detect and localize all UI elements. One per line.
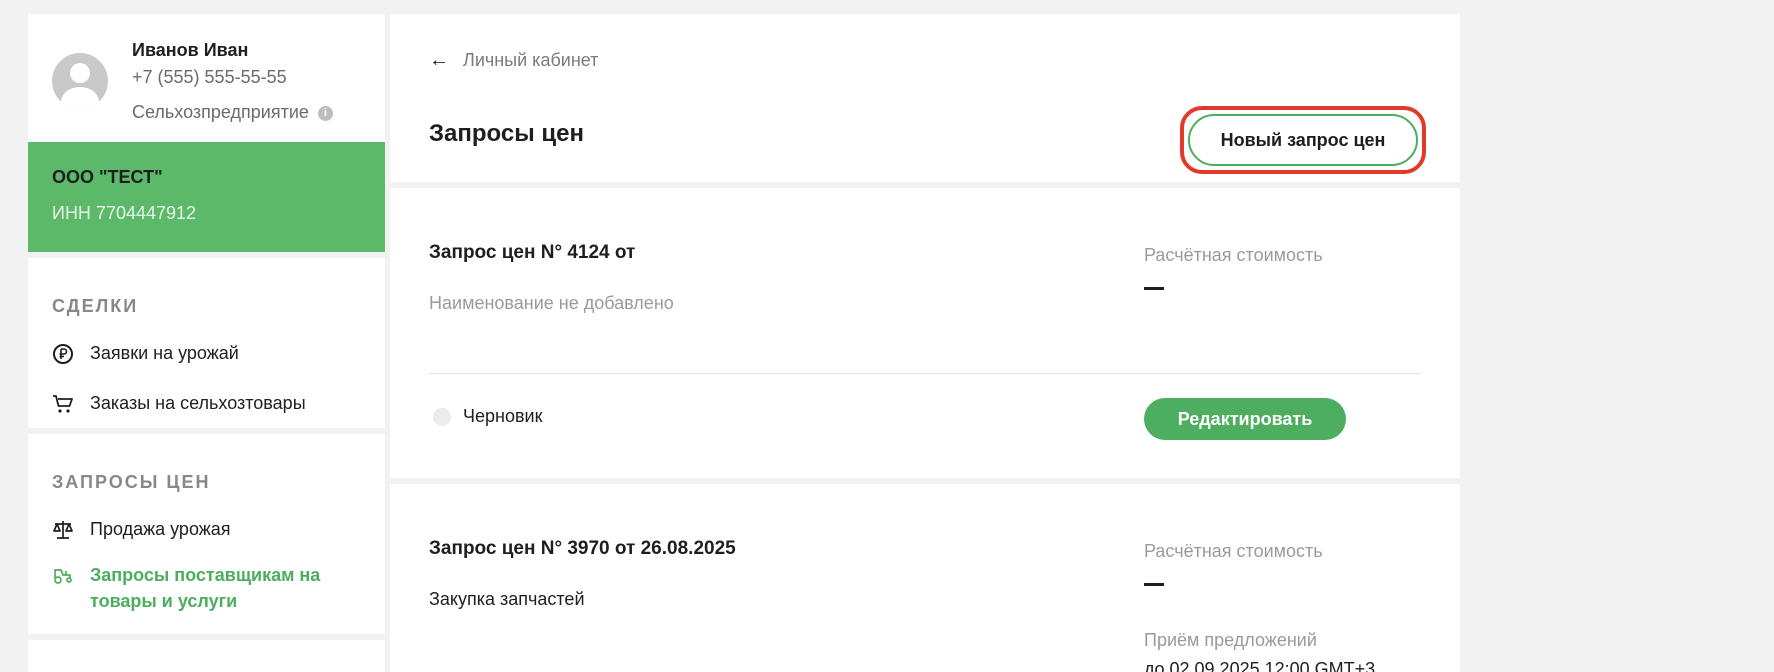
status-badge: Черновик xyxy=(433,406,542,427)
tractor-icon xyxy=(52,564,74,586)
arrow-left-icon: ← xyxy=(429,49,449,71)
nav-deals-heading: СДЕЛКИ xyxy=(52,296,139,316)
request-description: Закупка запчастей xyxy=(429,589,585,609)
company-card[interactable] xyxy=(28,142,385,252)
request-card: Запрос цен N° 4124 от Наименование не до… xyxy=(390,188,1460,478)
company-inn: ИНН 7704447912 xyxy=(52,203,197,223)
cost-value-empty xyxy=(1144,287,1164,290)
cart-icon xyxy=(52,393,74,415)
request-card: Запрос цен N° 3970 от 26.08.2025 Закупка… xyxy=(390,484,1460,672)
sidebar: Иванов Иван +7 (555) 555-55-55 Сельхозпр… xyxy=(28,14,385,672)
nav-deals-section: СДЕЛКИ Заявки на урожай Заказы на сельхо… xyxy=(28,258,385,428)
sidebar-item-agro-orders[interactable]: Заказы на сельхозтовары xyxy=(52,393,306,415)
cost-label: Расчётная стоимость xyxy=(1144,541,1323,561)
sidebar-item-label: Запросы поставщикам на товары и услуги xyxy=(90,565,321,611)
request-description: Наименование не добавлено xyxy=(429,293,674,313)
sidebar-item-harvest-requests[interactable]: Заявки на урожай xyxy=(52,343,239,365)
avatar[interactable] xyxy=(52,53,108,109)
cost-value-empty xyxy=(1144,583,1164,586)
nav-requests-heading: ЗАПРОСЫ ЦЕН xyxy=(52,472,211,492)
sidebar-item-harvest-sale[interactable]: Продажа урожая xyxy=(52,519,231,541)
cost-label: Расчётная стоимость xyxy=(1144,245,1323,265)
breadcrumb-label: Личный кабинет xyxy=(463,50,599,70)
profile-phone: +7 (555) 555-55-55 xyxy=(132,67,287,87)
breadcrumb-back[interactable]: ← Личный кабинет xyxy=(429,49,598,72)
edit-button[interactable]: Редактировать xyxy=(1144,398,1346,440)
new-price-request-button[interactable]: Новый запрос цен xyxy=(1188,114,1418,166)
company-name: ООО "ТЕСТ" xyxy=(52,167,163,187)
sidebar-item-label: Заявки на урожай xyxy=(90,343,239,363)
sidebar-item-supplier-requests[interactable]: Запросы поставщикам на товары и услуги xyxy=(52,562,352,614)
sidebar-item-label: Заказы на сельхозтовары xyxy=(90,393,306,413)
profile-type-label: Сельхозпредприятие xyxy=(132,102,309,122)
ruble-icon xyxy=(52,343,74,365)
status-label: Черновик xyxy=(463,406,543,426)
sidebar-bottom-card xyxy=(28,640,385,672)
info-icon[interactable]: i xyxy=(317,106,333,121)
sidebar-item-label: Продажа урожая xyxy=(90,519,231,539)
deadline-label: Приём предложений xyxy=(1144,630,1317,650)
page-title: Запросы цен xyxy=(429,120,584,147)
deadline-value: до 02.09.2025 12:00 GMT+3 xyxy=(1144,659,1376,672)
status-dot-icon xyxy=(433,407,451,426)
nav-requests-section: ЗАПРОСЫ ЦЕН Продажа урожая Запросы поста… xyxy=(28,434,385,634)
request-title[interactable]: Запрос цен N° 4124 от xyxy=(429,242,635,264)
divider xyxy=(429,373,1421,374)
page-header: ← Личный кабинет Запросы цен Новый запро… xyxy=(390,14,1460,182)
scales-icon xyxy=(52,519,74,541)
profile-card: Иванов Иван +7 (555) 555-55-55 Сельхозпр… xyxy=(28,14,385,142)
profile-name: Иванов Иван xyxy=(132,40,249,60)
request-title[interactable]: Запрос цен N° 3970 от 26.08.2025 xyxy=(429,538,736,560)
profile-type: Сельхозпредприятие i xyxy=(132,102,333,123)
